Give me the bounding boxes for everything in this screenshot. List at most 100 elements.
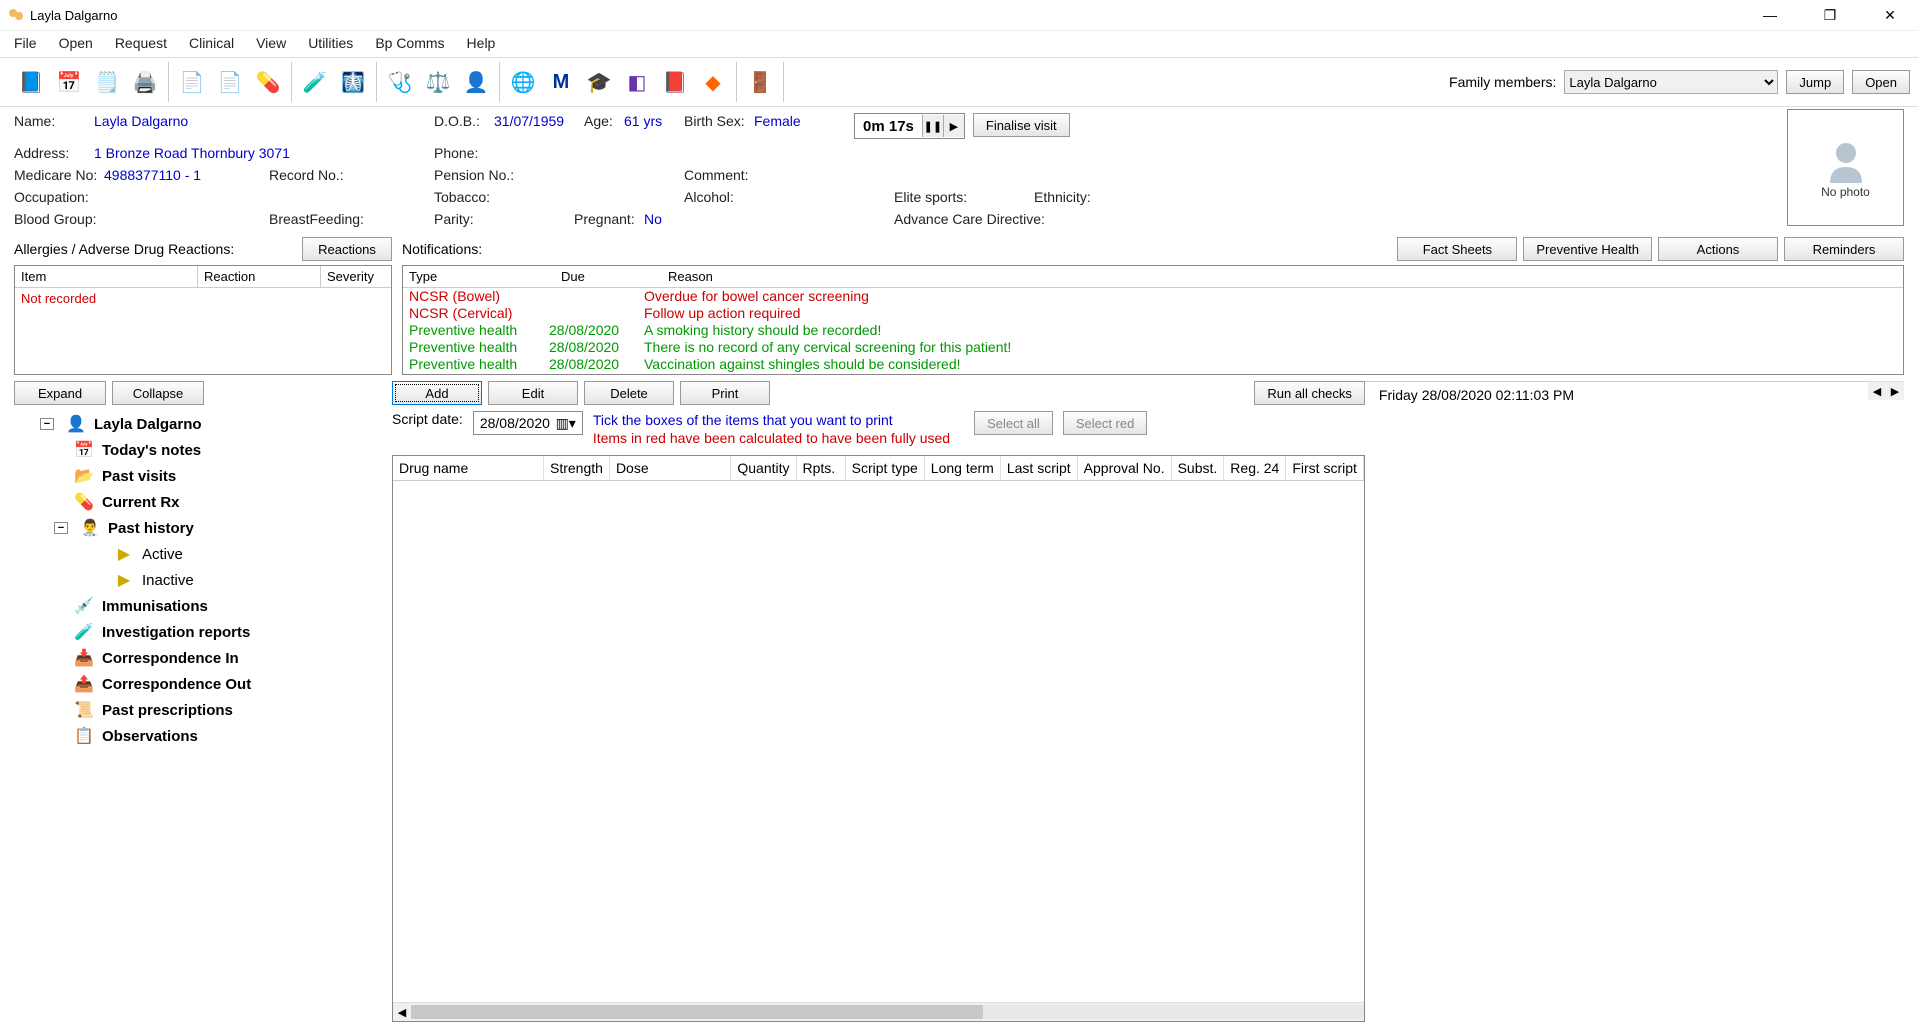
toolbar-icon-1[interactable]: 📘 [16,67,46,97]
family-select[interactable]: Layla Dalgarno [1564,70,1778,94]
expander-icon[interactable]: − [40,418,54,430]
script-date-input[interactable]: 28/08/2020 ▥▾ [473,411,583,435]
toolbar-icon-17[interactable]: 📕 [660,67,690,97]
edit-button[interactable]: Edit [488,381,578,405]
rx-table[interactable]: Drug nameStrengthDoseQuantityRpts.Script… [392,455,1365,1022]
toolbar-icon-13[interactable]: 🌐 [508,67,538,97]
tree-active[interactable]: ▶Active [14,541,384,567]
toolbar-icon-6[interactable]: 📄 [215,67,245,97]
print-button[interactable]: Print [680,381,770,405]
tree-past-prescriptions[interactable]: 📜Past prescriptions [14,697,384,723]
toolbar-icon-4[interactable]: 🖨️ [130,67,160,97]
close-button[interactable]: ✕ [1870,7,1910,24]
minimize-button[interactable]: — [1750,7,1790,23]
fact-sheets-button[interactable]: Fact Sheets [1397,237,1517,261]
patient-photo[interactable]: No photo [1787,109,1904,226]
notification-row[interactable]: Preventive health28/08/2020A smoking his… [403,322,1903,339]
menu-file[interactable]: File [14,35,37,51]
toolbar-icon-3[interactable]: 🗒️ [92,67,122,97]
window-horizontal-scrollbar[interactable]: ◀ ▶ [1868,381,1904,400]
rx-col[interactable]: Drug name [393,456,544,480]
toolbar-icon-exit[interactable]: 🚪 [745,67,775,97]
notification-row[interactable]: Preventive health28/08/2020Vaccination a… [403,356,1903,373]
select-red-button[interactable]: Select red [1063,411,1148,435]
rx-col[interactable]: Dose [610,456,731,480]
rx-col[interactable]: Last script [1001,456,1078,480]
toolbar-icon-5[interactable]: 📄 [177,67,207,97]
rx-col[interactable]: Quantity [731,456,796,480]
rx-col[interactable]: Rpts. [797,456,846,480]
menu-help[interactable]: Help [467,35,496,51]
menu-request[interactable]: Request [115,35,167,51]
rx-col[interactable]: Strength [544,456,610,480]
notifications-table[interactable]: Type Due Reason NCSR (Bowel)Overdue for … [402,265,1904,375]
scroll-right-icon[interactable]: ▶ [1886,385,1904,398]
menu-utilities[interactable]: Utilities [308,35,353,51]
jump-button[interactable]: Jump [1786,70,1844,94]
menu-clinical[interactable]: Clinical [189,35,234,51]
rx-col[interactable]: Approval No. [1078,456,1172,480]
expand-button[interactable]: Expand [14,381,106,405]
reminders-button[interactable]: Reminders [1784,237,1904,261]
notification-row[interactable]: NCSR (Cervical)Follow up action required [403,305,1903,322]
add-button[interactable]: Add [392,381,482,405]
toolbar-icon-16[interactable]: ◧ [622,67,652,97]
tree-correspondence-out[interactable]: 📤Correspondence Out [14,671,384,697]
tree-current-rx[interactable]: 💊Current Rx [14,489,384,515]
run-all-checks-button[interactable]: Run all checks [1254,381,1365,405]
delete-button[interactable]: Delete [584,381,674,405]
toolbar-icon-14[interactable]: M [546,67,576,97]
menu-open[interactable]: Open [59,35,93,51]
toolbar-icon-10[interactable]: 🩺 [385,67,415,97]
preventive-health-button[interactable]: Preventive Health [1523,237,1652,261]
tree-investigation-reports[interactable]: 🧪Investigation reports [14,619,384,645]
tree-scroll[interactable]: −👤Layla Dalgarno 📅Today's notes 📂Past vi… [14,411,384,1022]
menu-bpcomms[interactable]: Bp Comms [375,35,444,51]
tree-inactive[interactable]: ▶Inactive [14,567,384,593]
toolbar-icon-2[interactable]: 📅 [54,67,84,97]
select-all-button[interactable]: Select all [974,411,1053,435]
col-reaction: Reaction [198,266,321,287]
rx-col[interactable]: Long term [925,456,1001,480]
actions-button[interactable]: Actions [1658,237,1778,261]
tree-past-visits[interactable]: 📂Past visits [14,463,384,489]
tree-correspondence-in[interactable]: 📥Correspondence In [14,645,384,671]
tree-root[interactable]: −👤Layla Dalgarno [14,411,384,437]
toolbar-icon-15[interactable]: 🎓 [584,67,614,97]
mail-out-icon: 📤 [72,674,96,694]
reactions-button[interactable]: Reactions [302,237,392,261]
rx-col[interactable]: First script [1286,456,1364,480]
timer-pause-icon[interactable]: ❚❚ [922,115,943,137]
tree-observations[interactable]: 📋Observations [14,723,384,749]
open-button[interactable]: Open [1852,70,1910,94]
notification-row[interactable]: Preventive health28/08/2020There is no r… [403,339,1903,356]
rx-col[interactable]: Subst. [1172,456,1225,480]
rx-horizontal-scrollbar[interactable]: ◀ ▶ [393,1002,1364,1021]
maximize-button[interactable]: ❐ [1810,7,1850,24]
patient-header: Name: Layla Dalgarno D.O.B.: 31/07/1959 … [0,107,1918,237]
tree-todays-notes[interactable]: 📅Today's notes [14,437,384,463]
toolbar-icon-11[interactable]: ⚖️ [423,67,453,97]
toolbar-icon-18[interactable]: ◆ [698,67,728,97]
tree-immunisations[interactable]: 💉Immunisations [14,593,384,619]
allergies-table[interactable]: Item Reaction Severity Not recorded [14,265,392,375]
rx-col[interactable]: Script type [846,456,925,480]
finalise-visit-button[interactable]: Finalise visit [973,113,1070,137]
menu-view[interactable]: View [256,35,286,51]
elite-label: Elite sports: [894,189,1034,205]
toolbar-icon-9[interactable]: 🩻 [338,67,368,97]
timer-play-icon[interactable]: ▶ [943,115,964,137]
scroll-left-icon[interactable]: ◀ [1868,385,1886,398]
toolbar-icon-7[interactable]: 💊 [253,67,283,97]
toolbar-icon-12[interactable]: 👤 [461,67,491,97]
person-icon: 👤 [64,414,88,434]
calendar-dropdown-icon[interactable]: ▥▾ [556,415,576,432]
notification-row[interactable]: NCSR (Bowel)Overdue for bowel cancer scr… [403,288,1903,305]
tree-past-history[interactable]: −👨‍⚕️Past history [14,515,384,541]
collapse-button[interactable]: Collapse [112,381,204,405]
allergies-title: Allergies / Adverse Drug Reactions: [14,241,234,257]
scroll-left-icon[interactable]: ◀ [393,1006,411,1019]
toolbar-icon-8[interactable]: 🧪 [300,67,330,97]
expander-icon[interactable]: − [54,522,68,534]
rx-col[interactable]: Reg. 24 [1224,456,1286,480]
